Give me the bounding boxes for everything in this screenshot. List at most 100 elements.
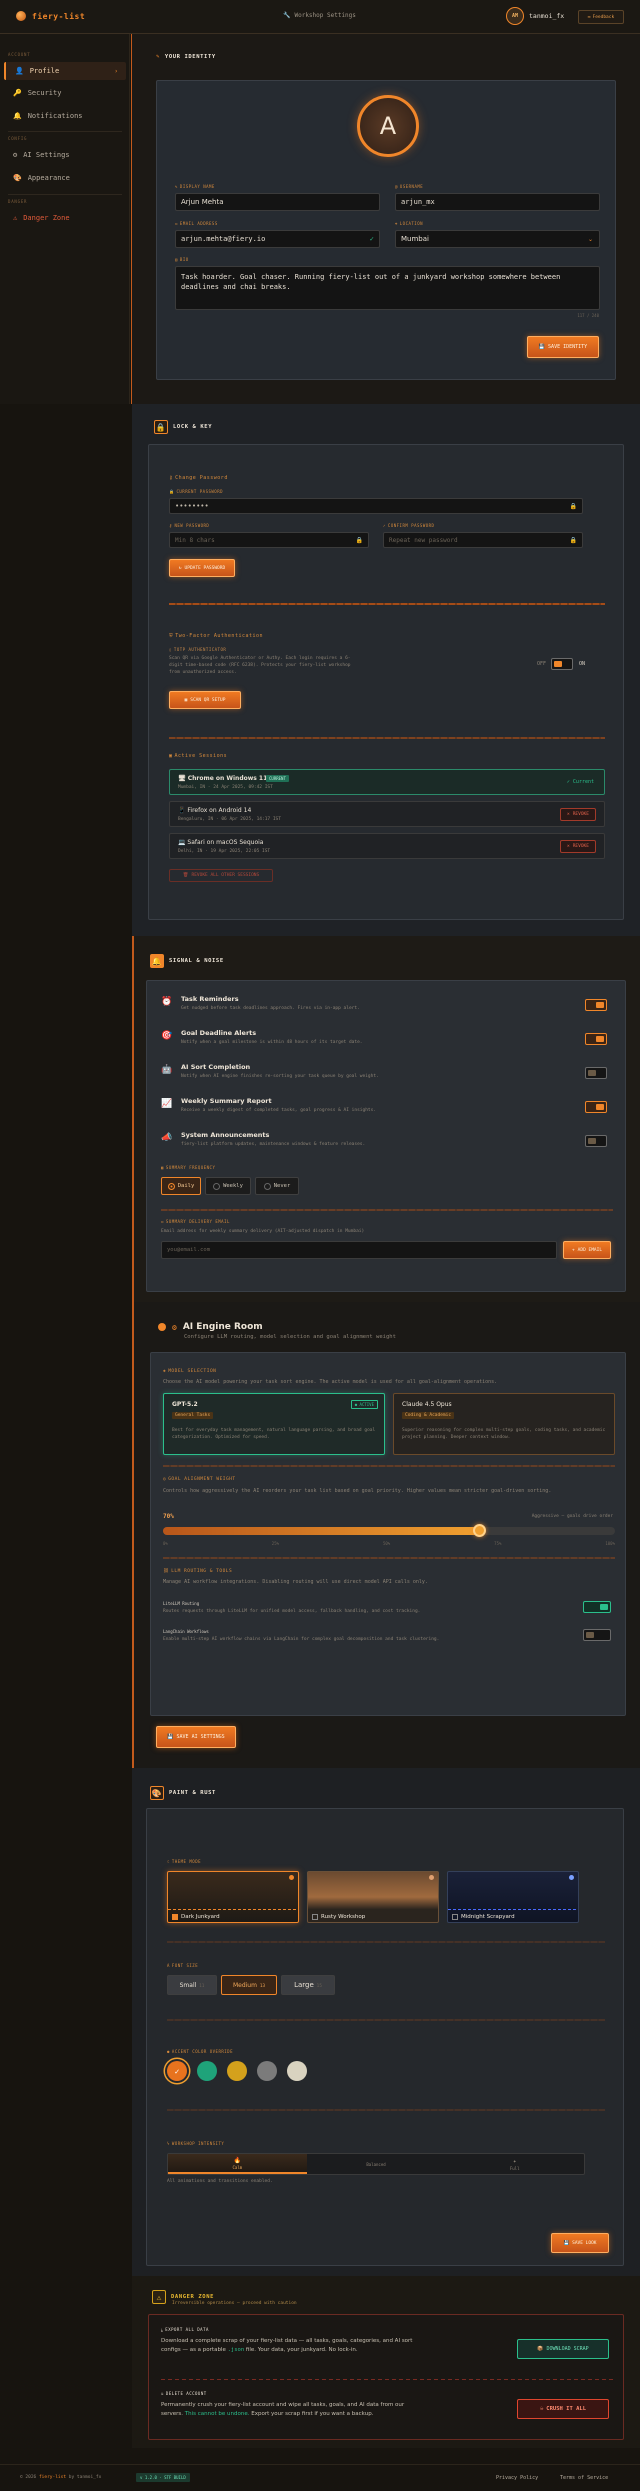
theme-dark-junkyard[interactable]: Dark Junkyard [167,1871,299,1923]
slider-ticks: 0% 25% 50% 75% 100% [163,1541,615,1546]
profile-avatar[interactable]: A [357,95,419,157]
flame-logo-icon [16,11,26,21]
accent-swatch[interactable] [257,2061,277,2081]
notification-toggle[interactable] [585,1033,607,1045]
slider-handle[interactable] [473,1524,487,1537]
frequency-never[interactable]: Never [255,1177,299,1195]
feedback-button[interactable]: ✉ Feedback [578,10,624,24]
label-text: Active Sessions [174,753,228,759]
verified-check-icon: ✓ [369,235,374,243]
email-input[interactable]: arjun.mehta@fiery.io ✓ [175,230,380,248]
current-password-input[interactable]: •••••••• 🔒 [169,498,583,514]
slider-fill [163,1527,480,1535]
save-ai-settings-button[interactable]: 💾 SAVE AI SETTINGS [156,1726,236,1748]
footer: © 2026 fiery-list by tanmoi_fx v 1.2.0 ·… [0,2464,640,2491]
intensity-full[interactable]: ✦ Full [445,2154,584,2174]
font-size-small[interactable]: Small 11 [167,1975,217,1995]
current-password-label: 🔒 CURRENT PASSWORD [169,489,223,494]
sidebar-item-profile[interactable]: 👤 Profile › [4,62,126,80]
session-meta: Mumbai, IN · 24 Apr 2025, 09:42 IST [178,785,273,790]
theme-midnight-scrapyard[interactable]: Midnight Scrapyard [447,1871,579,1923]
target-icon: 🎯 [161,1031,173,1041]
font-size-medium[interactable]: Medium 13 [221,1975,277,1995]
intensity-calm[interactable]: 🔥 Calm [168,2154,307,2174]
download-scrap-button[interactable]: 📦 DOWNLOAD SCRAP [517,2339,609,2359]
button-label: SCAN QR SETUP [190,697,226,703]
summary-email-input[interactable]: you@email.com [161,1241,557,1259]
active-badge: ● ACTIVE [350,1400,378,1409]
username-input[interactable]: arjun_mx [395,193,600,211]
notification-row: ⏰ Task Reminders Get nudged before task de… [161,991,613,1021]
lock-icon: 🔒 [569,536,577,544]
twofa-toggle[interactable] [551,658,573,670]
notification-title: System Announcements [181,1131,270,1139]
checkbox-checked-icon [172,1914,178,1920]
crush-account-button[interactable]: ☠ CRUSH IT ALL [517,2399,609,2419]
brand[interactable]: fiery-list [16,11,85,21]
terms-link[interactable]: Terms of Service [560,2475,608,2481]
theme-label: Dark Junkyard [172,1914,220,1920]
sidebar-item-security[interactable]: 🔑 Security [4,84,126,102]
revoke-session-button[interactable]: ✕ REVOKE [560,840,596,853]
scan-qr-button[interactable]: ▦ SCAN QR SETUP [169,691,241,709]
goal-weight-slider[interactable] [163,1524,615,1537]
location-select[interactable]: Mumbai ⌄ [395,230,600,248]
option-label: Medium [232,1981,257,1989]
notification-toggle[interactable] [585,1135,607,1147]
langchain-title: LangChain Workflows [163,1629,209,1634]
bolt-icon: ϟ [167,2141,170,2146]
save-look-button[interactable]: 💾 SAVE LOOK [551,2233,609,2253]
sidebar-item-label: Appearance [27,174,70,182]
feedback-label: Feedback [592,14,615,20]
new-password-input[interactable]: Min 8 chars 🔒 [169,532,369,548]
revoke-all-button[interactable]: 🗑 REVOKE ALL OTHER SESSIONS [169,869,273,882]
update-password-button[interactable]: ↻ UPDATE PASSWORD [169,559,235,577]
add-email-button[interactable]: + ADD EMAIL [563,1241,611,1259]
save-identity-button[interactable]: 💾 SAVE IDENTITY [527,336,599,358]
confirm-password-input[interactable]: Repeat new password 🔒 [383,532,583,548]
summary-email-desc: Email address for weekly summary deliver… [161,1229,365,1234]
divider [169,737,605,739]
identity-heading: ✎ YOUR IDENTITY [156,54,216,60]
confirm-password-label: ✓ CONFIRM PASSWORD [383,523,434,528]
sidebar-item-appearance[interactable]: 🎨 Appearance [4,169,126,187]
session-current-label: ✓ Current [567,779,594,785]
model-card-claude[interactable]: Claude 4.5 Opus Coding & Academic Superi… [393,1393,615,1455]
footer-brand: fiery-list [38,2475,67,2480]
input-value: •••••••• [175,502,209,510]
intensity-balanced[interactable]: Balanced [307,2154,446,2174]
notification-title: Weekly Summary Report [181,1097,272,1105]
security-card: ⚷ Change Password 🔒 CURRENT PASSWORD •••••… [148,444,624,920]
notification-toggle[interactable] [585,1101,607,1113]
notification-toggle[interactable] [585,1067,607,1079]
sidebar-item-ai-settings[interactable]: ⚙ AI Settings [4,146,126,164]
accent-swatch[interactable] [287,2061,307,2081]
revoke-session-button[interactable]: ✕ REVOKE [560,808,596,821]
toggle-knob [596,1002,604,1008]
model-card-gpt[interactable]: GPT-5.2 ● ACTIVE General Tasks Best for … [163,1393,385,1455]
bio-textarea[interactable]: Task hoarder. Goal chaser. Running fiery… [175,266,600,310]
accent-swatch[interactable]: ✓ [167,2061,187,2081]
user-menu[interactable]: AM tanmoi_fx [506,7,564,25]
sidebar-item-danger-zone[interactable]: ⚠ Danger Zone [4,209,126,227]
gear-icon: ⚙ [13,151,18,159]
frequency-weekly[interactable]: Weekly [205,1177,251,1195]
breadcrumb-label: Workshop Settings [294,12,356,19]
twofa-description: Scan QR via Google Authenticator or Auth… [169,656,351,675]
goal-weight-hint: Aggressive — goals drive order [531,1514,613,1519]
langchain-toggle[interactable] [583,1629,611,1641]
accent-swatch[interactable] [197,2061,217,2081]
summary-email-label: ✉ SUMMARY DELIVERY EMAIL [161,1219,230,1224]
theme-rusty-workshop[interactable]: Rusty Workshop [307,1871,439,1923]
display-name-input[interactable]: Arjun Mehta [175,193,380,211]
privacy-link[interactable]: Privacy Policy [496,2475,538,2481]
save-icon: 💾 [167,1734,174,1740]
sidebar-item-notifications[interactable]: 🔔 Notifications [4,107,126,125]
accent-swatch[interactable] [227,2061,247,2081]
notification-toggle[interactable] [585,999,607,1011]
warning-icon: ⚠ [152,2290,166,2304]
routing-toggle[interactable] [583,1601,611,1613]
font-size-large[interactable]: Large 15 [281,1975,335,1995]
drop-icon: ● [167,2049,170,2054]
frequency-daily[interactable]: Daily [161,1177,201,1195]
